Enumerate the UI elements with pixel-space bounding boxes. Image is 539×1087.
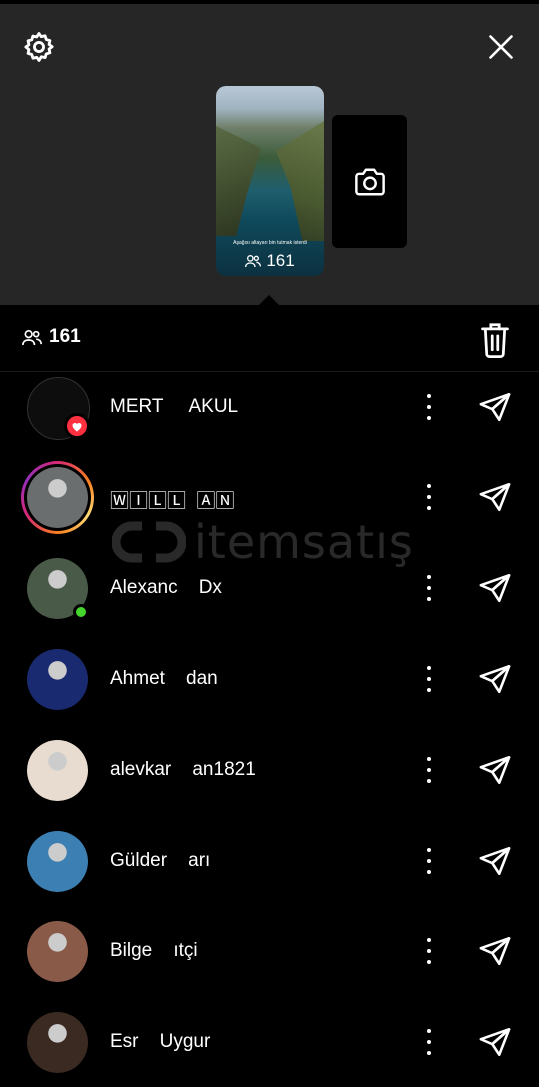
avatar[interactable] <box>27 649 88 710</box>
viewer-name[interactable]: alevkar an1821 <box>110 759 256 781</box>
viewer-row[interactable]: Gülder arı <box>0 816 539 906</box>
camera-icon <box>354 168 385 195</box>
avatar[interactable] <box>27 467 88 528</box>
more-options-icon[interactable] <box>420 394 438 420</box>
add-story-camera-button[interactable] <box>332 115 407 248</box>
send-icon[interactable] <box>478 753 512 787</box>
heart-icon <box>64 413 90 439</box>
online-status-dot <box>73 604 89 620</box>
more-options-icon[interactable] <box>420 575 438 601</box>
gear-icon[interactable] <box>20 28 58 66</box>
viewer-name[interactable]: Esr Uygur <box>110 1031 210 1053</box>
send-icon[interactable] <box>478 480 512 514</box>
avatar[interactable] <box>27 831 88 892</box>
avatar[interactable] <box>27 740 88 801</box>
viewer-name[interactable]: 🅆🄸🄻🄻 🄰🄽 <box>110 486 235 513</box>
close-icon[interactable] <box>482 28 520 66</box>
viewer-name[interactable]: MERT AKUL <box>110 396 238 418</box>
more-options-icon[interactable] <box>420 848 438 874</box>
viewer-name[interactable]: Gülder arı <box>110 850 210 872</box>
send-icon[interactable] <box>478 934 512 968</box>
trash-icon[interactable] <box>478 322 512 358</box>
viewer-name[interactable]: Bilge ıtçi <box>110 940 198 962</box>
story-preview-panel: Aşağısı altayarı bin tutmak isterdi 161 <box>0 0 539 310</box>
story-viewer-count: 161 <box>216 251 324 271</box>
viewer-row[interactable]: MERT AKUL <box>0 362 539 452</box>
avatar[interactable] <box>27 1012 88 1073</box>
more-options-icon[interactable] <box>420 666 438 692</box>
viewers-icon <box>22 329 42 345</box>
send-icon[interactable] <box>478 1025 512 1059</box>
send-icon[interactable] <box>478 571 512 605</box>
more-options-icon[interactable] <box>420 1029 438 1055</box>
viewer-row[interactable]: Bilge ıtçi <box>0 906 539 996</box>
story-caption: Aşağısı altayarı bin tutmak isterdi <box>233 240 307 246</box>
viewer-row[interactable]: alevkar an1821 <box>0 725 539 815</box>
send-icon[interactable] <box>478 390 512 424</box>
viewer-name[interactable]: Ahmet dan <box>110 668 218 690</box>
viewer-name[interactable]: Alexanc Dx <box>110 577 222 599</box>
send-icon[interactable] <box>478 662 512 696</box>
viewers-icon <box>245 255 262 268</box>
watermark: itemsatış <box>112 512 432 572</box>
more-options-icon[interactable] <box>420 938 438 964</box>
more-options-icon[interactable] <box>420 484 438 510</box>
story-thumbnail[interactable]: Aşağısı altayarı bin tutmak isterdi 161 <box>216 86 324 276</box>
more-options-icon[interactable] <box>420 757 438 783</box>
send-icon[interactable] <box>478 844 512 878</box>
viewer-row[interactable]: Esr Uygur <box>0 997 539 1087</box>
viewer-row[interactable]: Ahmet dan <box>0 634 539 724</box>
viewers-count: 161 <box>22 326 81 348</box>
avatar[interactable] <box>27 921 88 982</box>
